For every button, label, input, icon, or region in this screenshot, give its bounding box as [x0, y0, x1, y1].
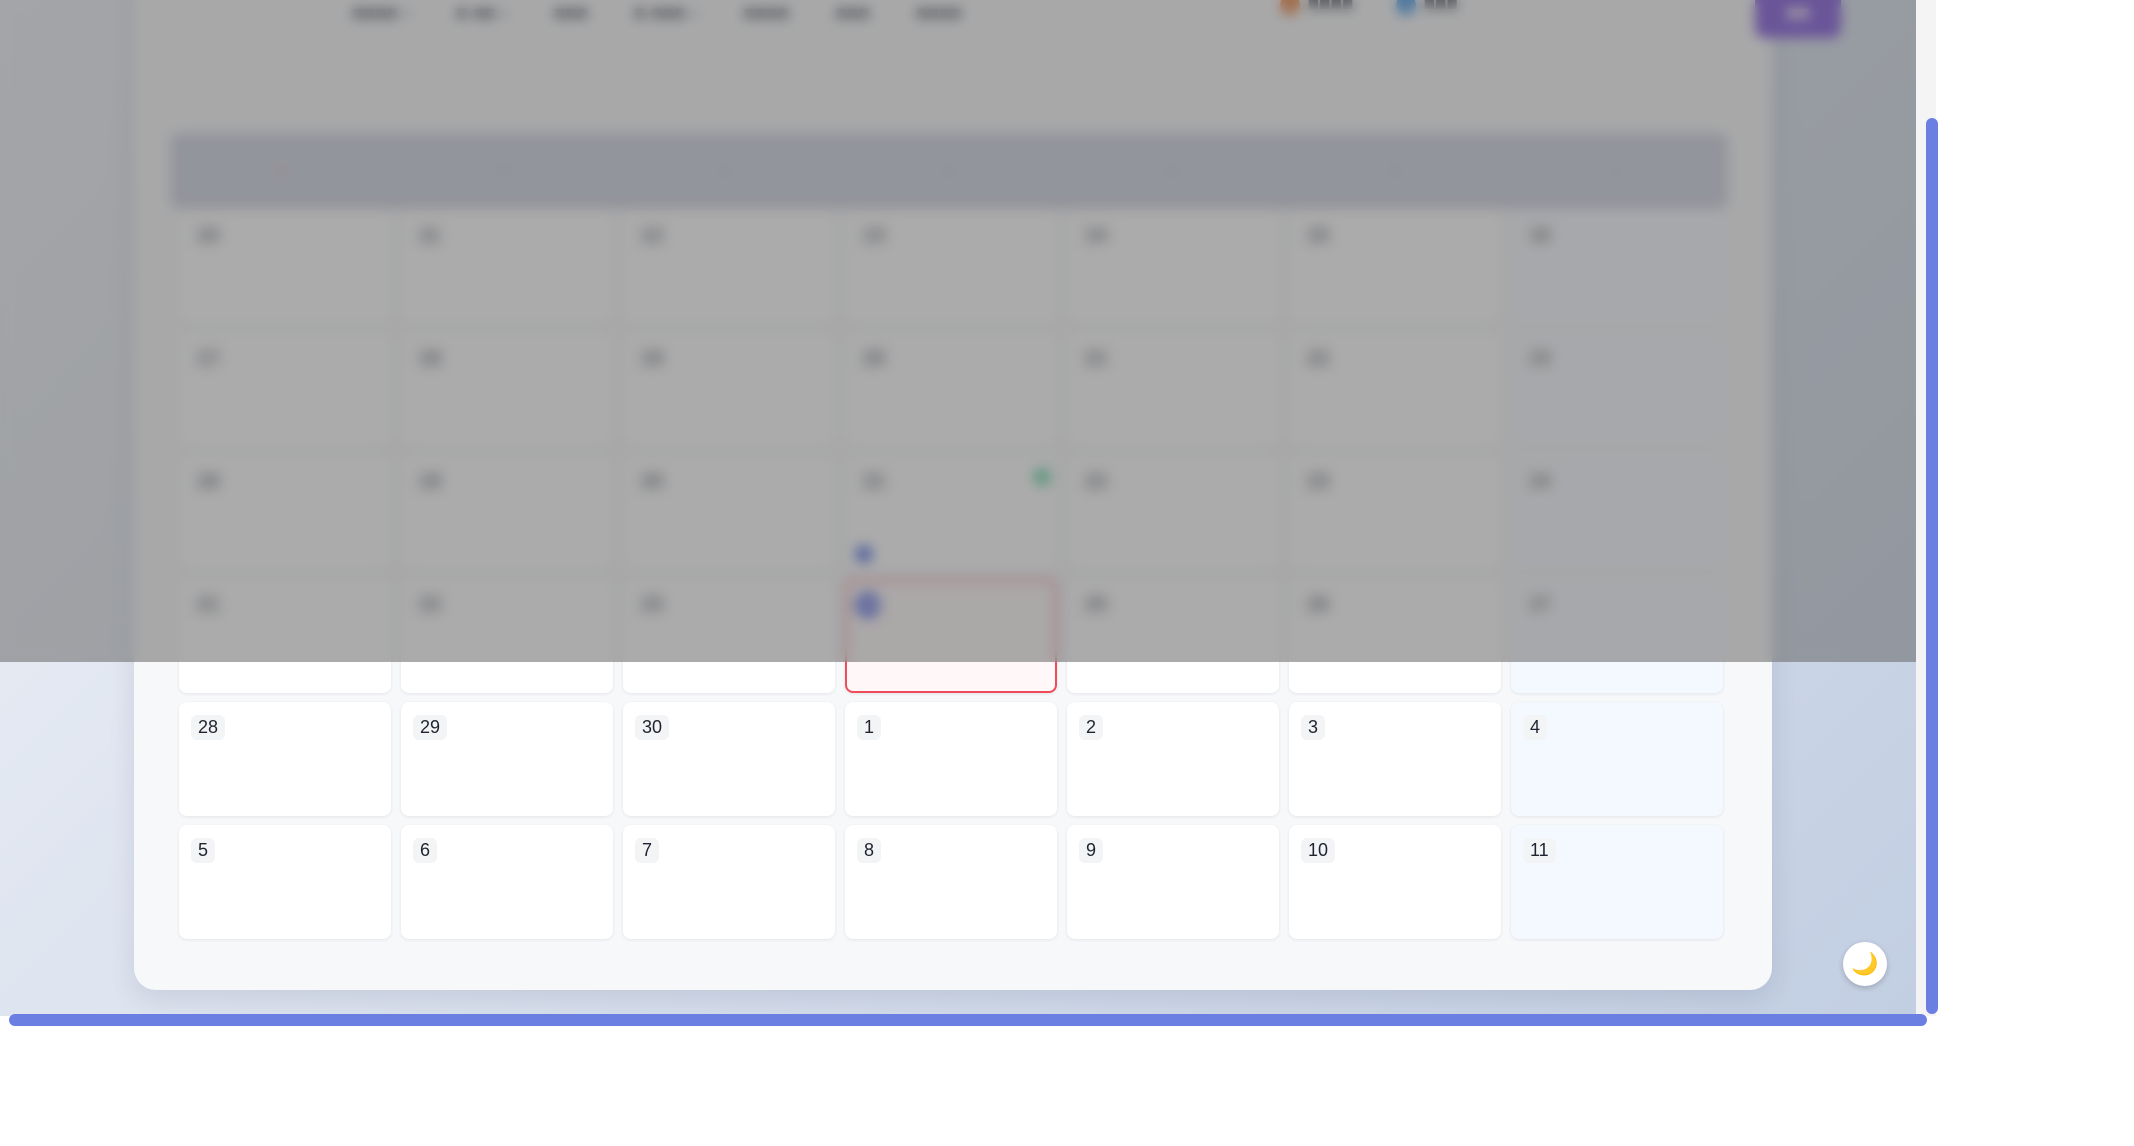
vertical-scrollbar-thumb[interactable] — [1926, 118, 1938, 1014]
day-cell[interactable]: 28 — [179, 702, 391, 816]
day-cell[interactable]: 30 — [623, 702, 835, 816]
day-cell[interactable]: 4 — [1511, 702, 1723, 816]
day-number: 1 — [857, 715, 882, 740]
day-number: 29 — [413, 715, 448, 740]
day-number: 8 — [857, 838, 882, 863]
day-number: 30 — [635, 715, 670, 740]
day-number: 28 — [191, 715, 226, 740]
day-cell[interactable]: 9 — [1067, 825, 1279, 939]
day-cell[interactable]: 2 — [1067, 702, 1279, 816]
day-number: 6 — [413, 838, 438, 863]
day-cell[interactable]: 5 — [179, 825, 391, 939]
app-viewport: ■■■■▾■ ■■▾■■■■ ■■■▾■■■■■■■■■■■ ■■■■■■■ ■… — [0, 0, 1928, 1016]
day-number: 7 — [635, 838, 660, 863]
day-cell[interactable]: 11 — [1511, 825, 1723, 939]
day-cell[interactable]: 8 — [845, 825, 1057, 939]
theme-toggle-button[interactable]: 🌙 — [1843, 942, 1887, 986]
day-number: 2 — [1079, 715, 1104, 740]
day-cell[interactable]: 10 — [1289, 825, 1501, 939]
day-number: 10 — [1301, 838, 1336, 863]
day-number: 5 — [191, 838, 216, 863]
day-number: 4 — [1523, 715, 1548, 740]
blur-overlay — [0, 0, 1928, 662]
day-cell[interactable]: 29 — [401, 702, 613, 816]
horizontal-scrollbar-thumb[interactable] — [9, 1014, 1927, 1026]
day-cell[interactable]: 3 — [1289, 702, 1501, 816]
day-cell[interactable]: 7 — [623, 825, 835, 939]
moon-icon: 🌙 — [1851, 951, 1879, 977]
day-number: 9 — [1079, 838, 1104, 863]
day-number: 11 — [1523, 838, 1556, 863]
day-cell[interactable]: 1 — [845, 702, 1057, 816]
day-number: 3 — [1301, 715, 1326, 740]
day-cell[interactable]: 6 — [401, 825, 613, 939]
